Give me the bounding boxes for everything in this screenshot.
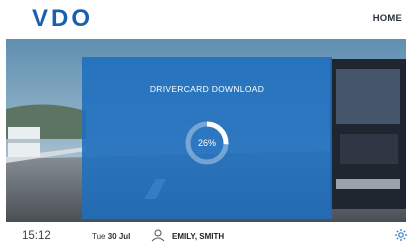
- dialog-title: DRIVERCARD DOWNLOAD: [149, 84, 265, 94]
- clock-time: 15:12: [22, 230, 51, 242]
- status-bar: 15:12 Tue 30 Jul EMILY, SMITH: [0, 224, 412, 246]
- progress-percent: 26%: [197, 138, 216, 148]
- day-month: 30 Jul: [107, 232, 131, 241]
- home-link[interactable]: HOME: [373, 13, 402, 24]
- download-progress-dialog: DRIVERCARD DOWNLOAD 26%: [82, 57, 332, 219]
- driver-name: EMILY, SMITH: [172, 232, 225, 241]
- gear-icon[interactable]: [394, 228, 408, 242]
- vdo-logo: VDO: [32, 5, 106, 34]
- user-icon: [151, 229, 165, 242]
- weekday: Tue: [92, 232, 108, 241]
- current-date: Tue 30 Jul: [92, 232, 130, 241]
- svg-text:VDO: VDO: [32, 7, 93, 29]
- top-bar: VDO HOME: [0, 0, 412, 38]
